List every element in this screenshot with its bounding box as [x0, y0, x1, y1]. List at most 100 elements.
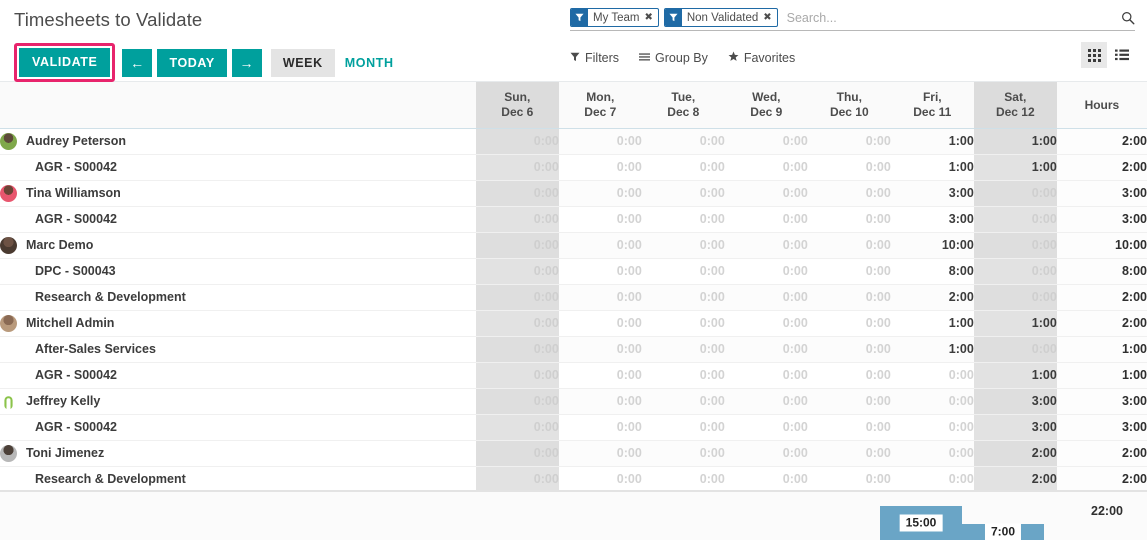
cell-dec-7[interactable]: 0:00	[558, 362, 642, 389]
cell-dec-6[interactable]: 0:00	[475, 414, 559, 441]
cell-dec-10[interactable]: 0:00	[807, 180, 891, 207]
cell-dec-12[interactable]: 0:00	[973, 284, 1057, 311]
task-row-label[interactable]: AGR - S00042	[0, 362, 476, 389]
cell-dec-11[interactable]: 0:00	[890, 440, 974, 467]
cell-dec-6[interactable]: 0:00	[475, 258, 559, 285]
cell-dec-6[interactable]: 0:00	[475, 180, 559, 207]
column-header-fri[interactable]: Fri, Dec 11	[890, 82, 974, 129]
cell-dec-9[interactable]: 0:00	[724, 180, 808, 207]
cell-dec-11[interactable]: 0:00	[890, 466, 974, 493]
cell-dec-9[interactable]: 0:00	[724, 232, 808, 259]
column-header-sun[interactable]: Sun, Dec 6	[475, 82, 559, 129]
column-header-tue[interactable]: Tue, Dec 8	[641, 82, 725, 129]
today-button[interactable]: TODAY	[157, 48, 227, 77]
search-input[interactable]	[782, 8, 1113, 28]
cell-dec-7[interactable]: 0:00	[558, 284, 642, 311]
cell-dec-8[interactable]: 0:00	[641, 180, 725, 207]
favorites-dropdown[interactable]: Favorites	[728, 51, 795, 65]
task-row-label[interactable]: After-Sales Services	[0, 336, 476, 363]
cell-dec-8[interactable]: 0:00	[641, 128, 725, 155]
task-row-label[interactable]: AGR - S00042	[0, 206, 476, 233]
cell-dec-6[interactable]: 0:00	[475, 362, 559, 389]
cell-dec-7[interactable]: 0:00	[558, 440, 642, 467]
cell-dec-11[interactable]: 0:00	[890, 388, 974, 415]
task-row-label[interactable]: Research & Development	[0, 284, 476, 311]
task-row-label[interactable]: Research & Development	[0, 466, 476, 493]
cell-dec-10[interactable]: 0:00	[807, 258, 891, 285]
cell-dec-12[interactable]: 2:00	[973, 466, 1057, 493]
cell-dec-11[interactable]: 10:00	[890, 232, 974, 259]
cell-dec-12[interactable]: 1:00	[973, 362, 1057, 389]
cell-dec-11[interactable]: 3:00	[890, 180, 974, 207]
column-header-wed[interactable]: Wed, Dec 9	[724, 82, 808, 129]
cell-dec-11[interactable]: 0:00	[890, 414, 974, 441]
cell-dec-10[interactable]: 0:00	[807, 466, 891, 493]
facet-my-team[interactable]: My Team ✖	[570, 8, 659, 27]
cell-dec-6[interactable]: 0:00	[475, 466, 559, 493]
task-row-label[interactable]: AGR - S00042	[0, 414, 476, 441]
previous-period-button[interactable]: ←	[122, 48, 153, 77]
cell-dec-6[interactable]: 0:00	[475, 310, 559, 337]
cell-dec-6[interactable]: 0:00	[475, 128, 559, 155]
column-header-sat[interactable]: Sat, Dec 12	[973, 82, 1057, 129]
cell-dec-9[interactable]: 0:00	[724, 466, 808, 493]
cell-dec-12[interactable]: 0:00	[973, 336, 1057, 363]
cell-dec-12[interactable]: 2:00	[973, 440, 1057, 467]
employee-row-label[interactable]: Marc Demo	[0, 232, 476, 259]
cell-dec-7[interactable]: 0:00	[558, 206, 642, 233]
task-row-label[interactable]: AGR - S00042	[0, 154, 476, 181]
cell-dec-8[interactable]: 0:00	[641, 388, 725, 415]
cell-dec-8[interactable]: 0:00	[641, 284, 725, 311]
cell-dec-6[interactable]: 0:00	[475, 388, 559, 415]
cell-dec-11[interactable]: 1:00	[890, 154, 974, 181]
employee-row-label[interactable]: Tina Williamson	[0, 180, 476, 207]
column-header-thu[interactable]: Thu, Dec 10	[807, 82, 891, 129]
cell-dec-12[interactable]: 1:00	[973, 128, 1057, 155]
cell-dec-8[interactable]: 0:00	[641, 258, 725, 285]
cell-dec-9[interactable]: 0:00	[724, 310, 808, 337]
cell-dec-8[interactable]: 0:00	[641, 466, 725, 493]
cell-dec-9[interactable]: 0:00	[724, 128, 808, 155]
cell-dec-12[interactable]: 0:00	[973, 180, 1057, 207]
cell-dec-6[interactable]: 0:00	[475, 232, 559, 259]
cell-dec-7[interactable]: 0:00	[558, 310, 642, 337]
cell-dec-8[interactable]: 0:00	[641, 362, 725, 389]
cell-dec-9[interactable]: 0:00	[724, 284, 808, 311]
cell-dec-8[interactable]: 0:00	[641, 414, 725, 441]
cell-dec-6[interactable]: 0:00	[475, 206, 559, 233]
cell-dec-8[interactable]: 0:00	[641, 154, 725, 181]
cell-dec-6[interactable]: 0:00	[475, 154, 559, 181]
employee-row-label[interactable]: Toni Jimenez	[0, 440, 476, 467]
search-bar[interactable]: My Team ✖ Non Validated ✖	[570, 8, 1135, 31]
cell-dec-10[interactable]: 0:00	[807, 388, 891, 415]
cell-dec-7[interactable]: 0:00	[558, 180, 642, 207]
cell-dec-7[interactable]: 0:00	[558, 414, 642, 441]
facet-non-validated[interactable]: Non Validated ✖	[663, 8, 778, 27]
cell-dec-7[interactable]: 0:00	[558, 336, 642, 363]
group-by-dropdown[interactable]: Group By	[639, 51, 708, 65]
cell-dec-6[interactable]: 0:00	[475, 284, 559, 311]
cell-dec-9[interactable]: 0:00	[724, 440, 808, 467]
cell-dec-8[interactable]: 0:00	[641, 440, 725, 467]
cell-dec-9[interactable]: 0:00	[724, 336, 808, 363]
cell-dec-12[interactable]: 3:00	[973, 388, 1057, 415]
cell-dec-9[interactable]: 0:00	[724, 362, 808, 389]
cell-dec-7[interactable]: 0:00	[558, 258, 642, 285]
cell-dec-11[interactable]: 2:00	[890, 284, 974, 311]
cell-dec-7[interactable]: 0:00	[558, 388, 642, 415]
employee-row-label[interactable]: Mitchell Admin	[0, 310, 476, 337]
filters-dropdown[interactable]: Filters	[570, 51, 619, 65]
cell-dec-8[interactable]: 0:00	[641, 336, 725, 363]
cell-dec-12[interactable]: 1:00	[973, 154, 1057, 181]
cell-dec-10[interactable]: 0:00	[807, 284, 891, 311]
cell-dec-7[interactable]: 0:00	[558, 466, 642, 493]
cell-dec-12[interactable]: 1:00	[973, 310, 1057, 337]
cell-dec-9[interactable]: 0:00	[724, 414, 808, 441]
cell-dec-10[interactable]: 0:00	[807, 232, 891, 259]
cell-dec-11[interactable]: 8:00	[890, 258, 974, 285]
cell-dec-12[interactable]: 0:00	[973, 232, 1057, 259]
employee-row-label[interactable]: Jeffrey Kelly	[0, 388, 476, 415]
cell-dec-7[interactable]: 0:00	[558, 232, 642, 259]
cell-dec-10[interactable]: 0:00	[807, 362, 891, 389]
cell-dec-11[interactable]: 1:00	[890, 310, 974, 337]
